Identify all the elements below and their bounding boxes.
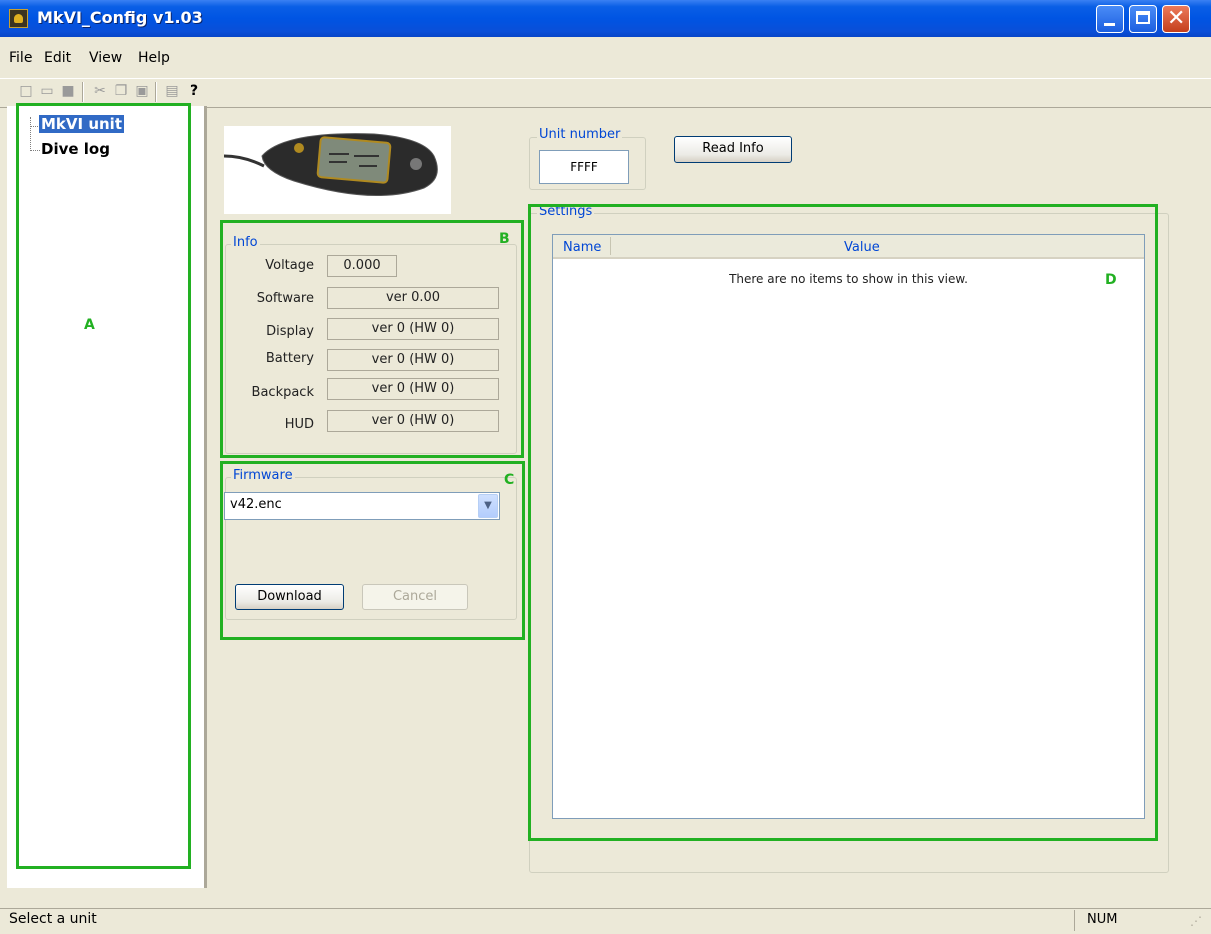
annotation-box-d bbox=[528, 204, 1158, 841]
close-button[interactable]: ✕ bbox=[1162, 5, 1190, 33]
menu-file[interactable]: File bbox=[9, 50, 32, 66]
new-file-icon[interactable]: □ bbox=[18, 82, 34, 100]
device-image bbox=[223, 126, 451, 214]
unit-number-label: Unit number bbox=[537, 127, 623, 142]
minimize-icon bbox=[1104, 23, 1115, 26]
toolbar-separator bbox=[155, 82, 157, 102]
menu-bar bbox=[0, 37, 1211, 77]
maximize-button[interactable] bbox=[1129, 5, 1157, 33]
annotation-box-c bbox=[220, 461, 525, 640]
annotation-label-b: B bbox=[499, 231, 510, 247]
unit-number-field[interactable]: FFFF bbox=[539, 150, 629, 184]
window-title: MkVI_Config v1.03 bbox=[37, 8, 203, 27]
annotation-label-d: D bbox=[1105, 272, 1117, 288]
menu-edit[interactable]: Edit bbox=[44, 50, 71, 66]
open-folder-icon[interactable]: ▭ bbox=[39, 82, 55, 100]
close-icon: ✕ bbox=[1167, 6, 1186, 31]
status-bar bbox=[0, 908, 1211, 934]
maximize-icon bbox=[1136, 11, 1150, 24]
dive-computer-image bbox=[223, 133, 438, 197]
num-lock-indicator: NUM bbox=[1087, 912, 1118, 927]
save-icon[interactable]: ■ bbox=[60, 82, 76, 100]
annotation-label-c: C bbox=[504, 472, 515, 488]
paste-icon[interactable]: ▣ bbox=[134, 82, 150, 100]
menu-view[interactable]: View bbox=[89, 50, 122, 66]
toolbar-separator bbox=[82, 82, 84, 102]
status-text: Select a unit bbox=[9, 911, 97, 927]
minimize-button[interactable] bbox=[1096, 5, 1124, 33]
print-icon[interactable]: ▤ bbox=[164, 82, 180, 100]
copy-icon[interactable]: ❐ bbox=[113, 82, 129, 100]
annotation-box-a bbox=[16, 103, 191, 869]
menu-help[interactable]: Help bbox=[138, 50, 170, 66]
app-icon[interactable] bbox=[9, 9, 28, 28]
annotation-label-a: A bbox=[84, 317, 95, 333]
read-info-button[interactable]: Read Info bbox=[674, 136, 792, 163]
annotation-box-b bbox=[220, 220, 524, 458]
help-icon[interactable]: ? bbox=[186, 82, 202, 100]
resize-grip-icon[interactable]: ⋰ bbox=[1190, 914, 1206, 930]
cut-icon[interactable]: ✂ bbox=[92, 82, 108, 100]
